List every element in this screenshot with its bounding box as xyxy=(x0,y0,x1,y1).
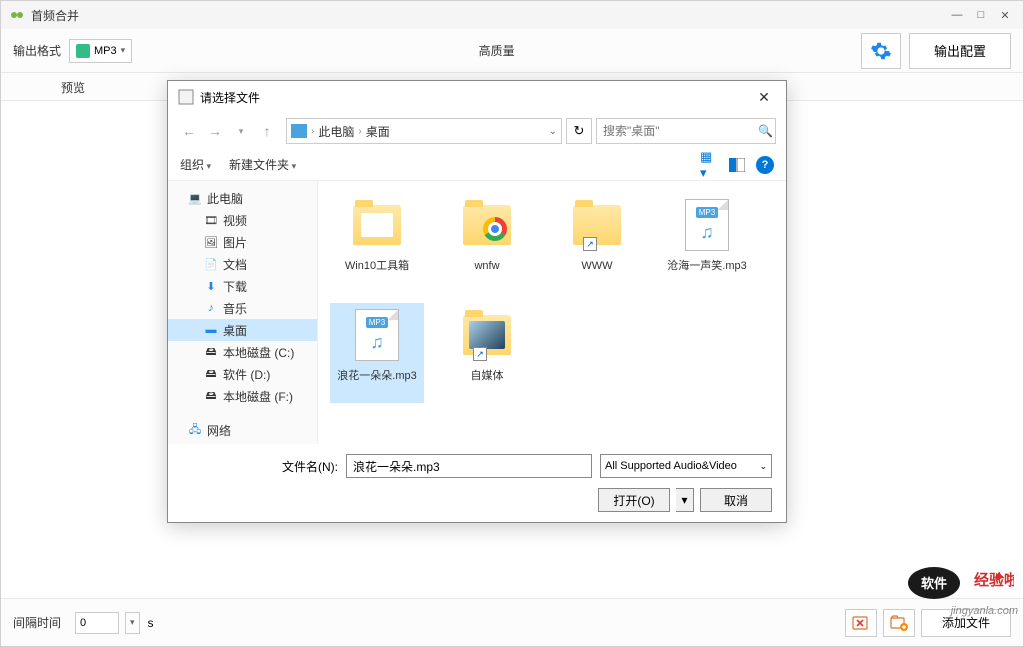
mp3-icon xyxy=(76,44,90,58)
mp3-file-icon: MP3♫ xyxy=(685,199,729,251)
format-value: MP3 xyxy=(94,45,117,57)
tree-drive-d[interactable]: 🖴软件 (D:) xyxy=(168,363,317,385)
refresh-button[interactable]: ↻ xyxy=(566,118,592,144)
file-name: 浪花一朵朵.mp3 xyxy=(337,369,416,383)
dialog-icon xyxy=(178,89,194,105)
mp3-file-icon: MP3♫ xyxy=(355,309,399,361)
add-folder-button[interactable] xyxy=(883,609,915,637)
file-item[interactable]: ↗ 自媒体 xyxy=(440,303,534,403)
nav-back-button[interactable]: ← xyxy=(178,120,200,142)
preview-pane-button[interactable] xyxy=(728,156,746,174)
breadcrumb-seg[interactable]: 此电脑 xyxy=(318,123,354,140)
pc-icon xyxy=(291,124,307,138)
watermark-text: jingyanla.com xyxy=(951,605,1018,617)
output-config-button[interactable]: 输出配置 xyxy=(909,33,1011,69)
file-name: WWW xyxy=(581,259,612,273)
open-button[interactable]: 打开(O) xyxy=(598,488,670,512)
folder-icon xyxy=(463,205,511,245)
file-item[interactable]: Win10工具箱 xyxy=(330,193,424,293)
chevron-down-icon[interactable]: ⌄ xyxy=(549,126,557,137)
file-item[interactable]: wnfw xyxy=(440,193,534,293)
folder-add-icon xyxy=(890,615,908,631)
tree-music[interactable]: ♪音乐 xyxy=(168,297,317,319)
address-bar[interactable]: › 此电脑 › 桌面 ⌄ xyxy=(286,118,562,144)
organize-menu[interactable]: 组织 xyxy=(180,156,211,173)
tree-documents[interactable]: 📄文档 xyxy=(168,253,317,275)
interval-input[interactable] xyxy=(75,612,119,634)
file-item[interactable]: MP3♫ 浪花一朵朵.mp3 xyxy=(330,303,424,403)
remove-file-button[interactable] xyxy=(845,609,877,637)
chevron-down-icon: ▾ xyxy=(121,45,126,56)
tree-drive-f[interactable]: 🖴本地磁盘 (F:) xyxy=(168,385,317,407)
file-list: Win10工具箱 wnfw ↗ WWW MP3♫ 沧海一声笑.mp3 MP3♫ … xyxy=(318,181,786,444)
chevron-down-icon[interactable]: ▾ xyxy=(125,612,140,634)
interval-unit: s xyxy=(148,616,154,630)
settings-button[interactable] xyxy=(861,33,901,69)
filename-label: 文件名(N): xyxy=(282,458,338,475)
tree-video[interactable]: 🎞视频 xyxy=(168,209,317,231)
folder-icon xyxy=(573,205,621,245)
file-name: 沧海一声笑.mp3 xyxy=(667,259,746,273)
dialog-title: 请选择文件 xyxy=(200,89,752,106)
svg-text:经验啦: 经验啦 xyxy=(974,571,1014,589)
tree-network[interactable]: 🖧网络 xyxy=(168,419,317,441)
folder-tree: 💻此电脑 🎞视频 🖼图片 📄文档 ⬇下载 ♪音乐 ▬桌面 🖴本地磁盘 (C:) … xyxy=(168,181,318,444)
nav-recent-button[interactable]: ▾ xyxy=(230,120,252,142)
breadcrumb-seg[interactable]: 桌面 xyxy=(366,123,390,140)
cancel-button[interactable]: 取消 xyxy=(700,488,772,512)
view-mode-button[interactable]: ▦ ▾ xyxy=(700,156,718,174)
quality-label: 高质量 xyxy=(479,42,515,59)
breadcrumb-sep-icon: › xyxy=(311,126,314,137)
search-input[interactable] xyxy=(603,124,758,138)
search-icon: 🔍 xyxy=(758,124,773,138)
maximize-button[interactable]: □ xyxy=(971,7,991,23)
nav-forward-button[interactable]: → xyxy=(204,120,226,142)
tree-desktop[interactable]: ▬桌面 xyxy=(168,319,317,341)
interval-label: 间隔时间 xyxy=(13,614,61,631)
file-name: Win10工具箱 xyxy=(345,259,409,273)
tree-downloads[interactable]: ⬇下载 xyxy=(168,275,317,297)
svg-text:软件: 软件 xyxy=(921,576,947,591)
app-icon xyxy=(9,7,25,23)
help-button[interactable]: ? xyxy=(756,156,774,174)
tree-drive-c[interactable]: 🖴本地磁盘 (C:) xyxy=(168,341,317,363)
tab-preview[interactable]: 预览 xyxy=(1,73,145,100)
open-dropdown-button[interactable]: ▾ xyxy=(676,488,694,512)
file-item[interactable]: MP3♫ 沧海一声笑.mp3 xyxy=(660,193,754,293)
new-folder-button[interactable]: 新建文件夹 xyxy=(229,156,296,173)
dialog-close-button[interactable]: ✕ xyxy=(752,85,776,109)
format-select[interactable]: MP3 ▾ xyxy=(69,39,132,63)
nav-up-button[interactable]: ↑ xyxy=(256,120,278,142)
file-name: 自媒体 xyxy=(471,369,504,383)
tree-pictures[interactable]: 🖼图片 xyxy=(168,231,317,253)
remove-icon xyxy=(852,615,870,631)
chrome-icon xyxy=(483,217,507,241)
app-title: 首频合并 xyxy=(31,7,947,24)
gear-icon xyxy=(870,40,892,62)
output-format-label: 输出格式 xyxy=(13,42,61,59)
chevron-down-icon: ⌄ xyxy=(759,461,767,472)
breadcrumb-sep-icon: › xyxy=(358,126,361,137)
watermark-logo: 软件 经验啦 xyxy=(904,565,1014,601)
file-filter-select[interactable]: All Supported Audio&Video⌄ xyxy=(600,454,772,478)
minimize-button[interactable]: — xyxy=(947,7,967,23)
shortcut-icon: ↗ xyxy=(583,237,597,251)
shortcut-icon: ↗ xyxy=(473,347,487,361)
folder-icon xyxy=(353,205,401,245)
file-item[interactable]: ↗ WWW xyxy=(550,193,644,293)
file-name: wnfw xyxy=(474,259,499,273)
close-button[interactable]: ✕ xyxy=(995,7,1015,23)
file-open-dialog: 请选择文件 ✕ ← → ▾ ↑ › 此电脑 › 桌面 ⌄ ↻ 🔍 组织 新建文件… xyxy=(167,80,787,523)
folder-icon xyxy=(463,315,511,355)
filename-input[interactable] xyxy=(346,454,592,478)
tree-this-pc[interactable]: 💻此电脑 xyxy=(168,187,317,209)
search-box[interactable]: 🔍 xyxy=(596,118,776,144)
media-thumbnail-icon xyxy=(469,321,505,349)
